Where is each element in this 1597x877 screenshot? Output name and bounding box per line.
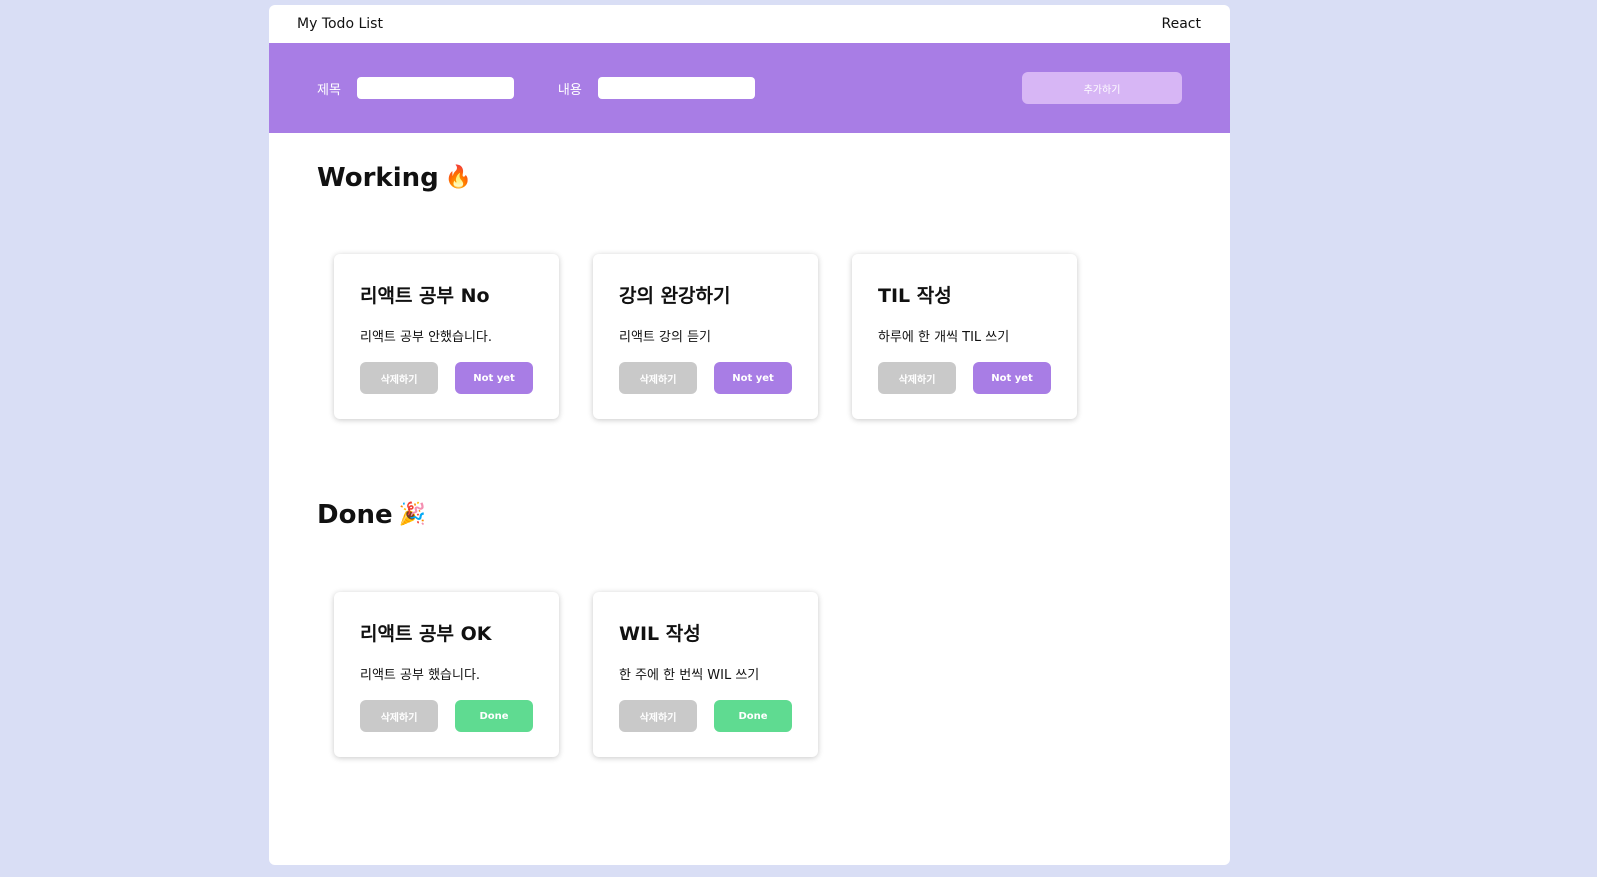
todo-title: 리액트 공부 OK: [360, 623, 492, 645]
app-title: My Todo List: [297, 16, 383, 32]
add-todo-form: 제목 내용 추가하기: [269, 43, 1230, 133]
todo-title: 리액트 공부 No: [360, 285, 490, 307]
framework-label: React: [1161, 16, 1201, 32]
add-todo-button[interactable]: 추가하기: [1022, 72, 1182, 104]
content-label: 내용: [557, 82, 582, 98]
todo-title: 강의 완강하기: [619, 285, 731, 307]
done-button[interactable]: Done: [455, 700, 533, 732]
todo-card: 강의 완강하기 리액트 강의 듣기 삭제하기 Not yet: [593, 254, 818, 419]
working-section-title: Working 🔥: [317, 163, 472, 193]
top-bar: My Todo List React: [269, 5, 1230, 43]
delete-button[interactable]: 삭제하기: [360, 700, 438, 732]
delete-button[interactable]: 삭제하기: [619, 700, 697, 732]
fire-icon: 🔥: [444, 165, 473, 190]
todo-app: My Todo List React 제목 내용 추가하기 Working 🔥 …: [269, 5, 1230, 865]
todo-body: 리액트 공부 했습니다.: [360, 668, 481, 683]
todo-title: TIL 작성: [878, 285, 952, 307]
todo-card: WIL 작성 한 주에 한 번씩 WIL 쓰기 삭제하기 Done: [593, 592, 818, 757]
party-popper-icon: 🎉: [398, 502, 426, 527]
title-input[interactable]: [356, 77, 514, 99]
content-input[interactable]: [597, 77, 755, 99]
not-yet-button[interactable]: Not yet: [714, 362, 792, 394]
delete-button[interactable]: 삭제하기: [619, 362, 697, 394]
todo-card: TIL 작성 하루에 한 개씩 TIL 쓰기 삭제하기 Not yet: [852, 254, 1077, 419]
todo-title: WIL 작성: [619, 623, 701, 645]
todo-body: 리액트 강의 듣기: [619, 330, 711, 345]
title-label: 제목: [317, 82, 341, 98]
done-button[interactable]: Done: [714, 700, 792, 732]
delete-button[interactable]: 삭제하기: [360, 362, 438, 394]
working-heading-text: Working: [317, 163, 439, 193]
todo-body: 리액트 공부 안했습니다.: [360, 330, 492, 345]
done-section-title: Done 🎉: [317, 500, 426, 530]
done-heading-text: Done: [317, 500, 393, 530]
todo-card: 리액트 공부 OK 리액트 공부 했습니다. 삭제하기 Done: [334, 592, 559, 757]
todo-card: 리액트 공부 No 리액트 공부 안했습니다. 삭제하기 Not yet: [334, 254, 559, 419]
delete-button[interactable]: 삭제하기: [878, 362, 956, 394]
todo-body: 하루에 한 개씩 TIL 쓰기: [878, 330, 1010, 345]
not-yet-button[interactable]: Not yet: [973, 362, 1051, 394]
not-yet-button[interactable]: Not yet: [455, 362, 533, 394]
todo-body: 한 주에 한 번씩 WIL 쓰기: [619, 668, 760, 683]
